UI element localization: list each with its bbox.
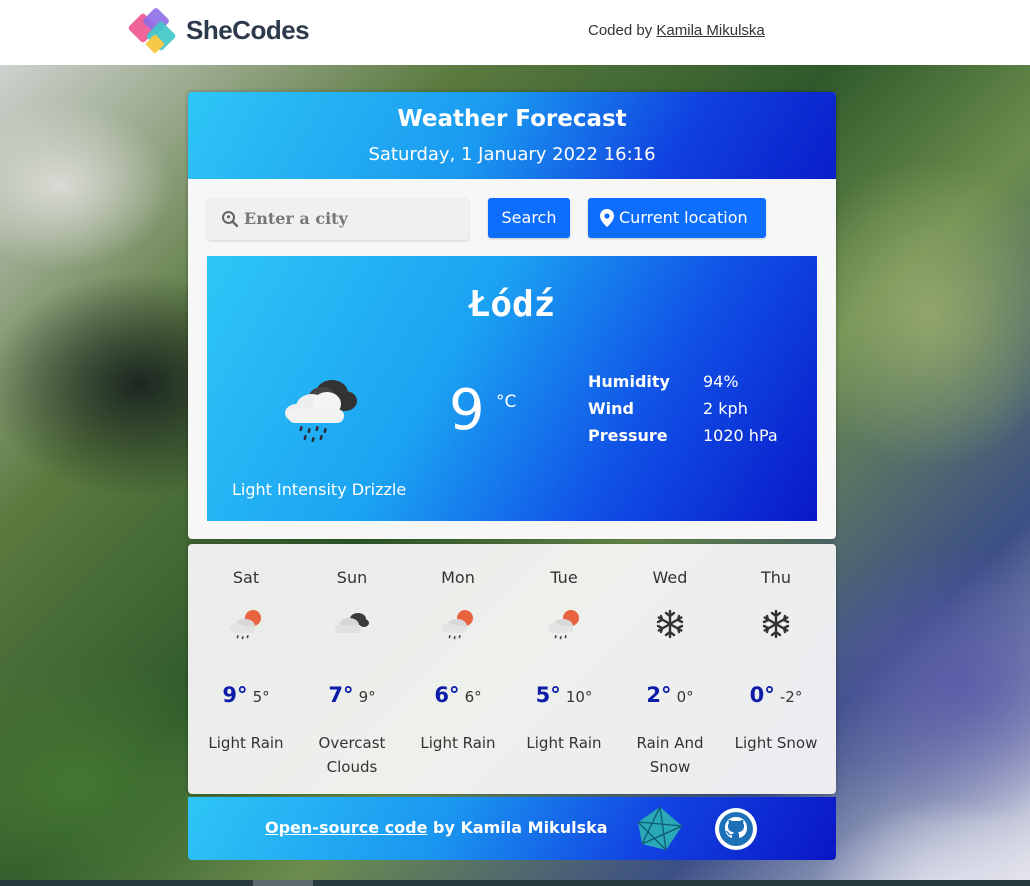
humidity-label: Humidity [588, 372, 670, 391]
card-header: Weather Forecast Saturday, 1 January 202… [188, 92, 836, 179]
map-pin-icon [600, 209, 614, 227]
bottom-scrollbar[interactable] [0, 880, 1030, 886]
forecast-low: 10° [565, 688, 593, 706]
forecast-temps: 7° 9° [299, 683, 405, 707]
forecast-high: 9° [222, 683, 248, 707]
footer-author: by Kamila Mikulska [427, 818, 608, 837]
author-link[interactable]: Kamila Mikulska [656, 22, 764, 39]
forecast-temps: 2° 0° [617, 683, 723, 707]
open-source-link[interactable]: Open-source code [265, 818, 427, 837]
forecast-low: 9° [358, 688, 376, 706]
shecodes-logo-icon[interactable] [128, 7, 180, 57]
forecast-day-name: Tue [550, 568, 578, 587]
search-location-icon [222, 211, 239, 228]
current-weather-panel: Łódź 9 °C Humidity 94% Wind 2 kph Pressu… [207, 256, 817, 521]
forecast-temps: 6° 6° [405, 683, 511, 707]
forecast-day-name: Sat [232, 568, 260, 587]
top-bar: SheCodes Coded by Kamila Mikulska [0, 0, 1030, 65]
sun-cloud-rain-icon [442, 610, 473, 640]
forecast-day-name: Thu [760, 568, 792, 587]
city-name: Łódź [468, 284, 556, 325]
github-icon[interactable] [713, 806, 759, 852]
forecast-high: 7° [328, 683, 354, 707]
city-search-placeholder: Enter a city [244, 209, 348, 228]
sun-cloud-rain-icon [230, 610, 261, 640]
forecast-temps: 0° -2° [723, 683, 829, 707]
snowflake-icon [656, 609, 684, 639]
wind-label: Wind [588, 399, 634, 418]
current-location-label: Current location [619, 208, 748, 227]
forecast-low: 6° [464, 688, 482, 706]
forecast-high: 0° [749, 683, 775, 707]
forecast-high: 5° [535, 683, 561, 707]
sun-cloud-rain-icon [548, 610, 579, 640]
forecast-condition: Light Rain [420, 734, 496, 752]
search-button[interactable]: Search [488, 198, 570, 238]
forecast-condition: Light Snow [734, 734, 818, 752]
logo-text: SheCodes [186, 15, 310, 45]
forecast-day-name: Mon [441, 568, 475, 587]
current-temperature: 9 [449, 378, 485, 443]
humidity-value: 94% [703, 372, 739, 391]
city-search-input[interactable]: Enter a city [207, 198, 469, 240]
author-credit: Coded by Kamila Mikulska [588, 22, 765, 39]
page-title: Weather Forecast [397, 106, 627, 132]
footer: Open-source code by Kamila Mikulska [188, 797, 836, 860]
weather-card: Weather Forecast Saturday, 1 January 202… [188, 92, 836, 539]
temperature-unit-toggle[interactable]: °C [496, 392, 516, 412]
forecast-day-name: Sun [336, 568, 368, 587]
snowflake-icon [762, 609, 790, 639]
forecast-condition: Light Rain [208, 734, 284, 752]
forecast-condition: Rain And Snow [636, 734, 704, 776]
forecast-temps: 9° 5° [193, 683, 299, 707]
credit-prefix: Coded by [588, 22, 653, 39]
footer-credit: Open-source code by Kamila Mikulska [265, 818, 608, 837]
cloud-drizzle-icon [285, 380, 357, 443]
forecast-panel: Sat 9° 5° Light Rain Sun 7° 9° Overcast … [188, 544, 836, 794]
netlify-icon[interactable] [636, 806, 684, 852]
pressure-label: Pressure [588, 426, 668, 445]
wind-value: 2 kph [703, 399, 748, 418]
forecast-low: 0° [676, 688, 694, 706]
weather-description: Light Intensity Drizzle [232, 480, 407, 499]
forecast-low: -2° [779, 688, 803, 706]
forecast-high: 2° [646, 683, 672, 707]
forecast-high: 6° [434, 683, 460, 707]
forecast-low: 5° [252, 688, 270, 706]
scrollbar-thumb[interactable] [253, 880, 313, 886]
current-location-button[interactable]: Current location [588, 198, 766, 238]
forecast-condition: Overcast Clouds [318, 734, 386, 776]
overcast-clouds-icon [335, 613, 369, 633]
forecast-condition: Light Rain [526, 734, 602, 752]
forecast-day-name: Wed [652, 568, 688, 587]
forecast-temps: 5° 10° [511, 683, 617, 707]
pressure-value: 1020 hPa [703, 426, 778, 445]
current-datetime: Saturday, 1 January 2022 16:16 [368, 144, 656, 165]
